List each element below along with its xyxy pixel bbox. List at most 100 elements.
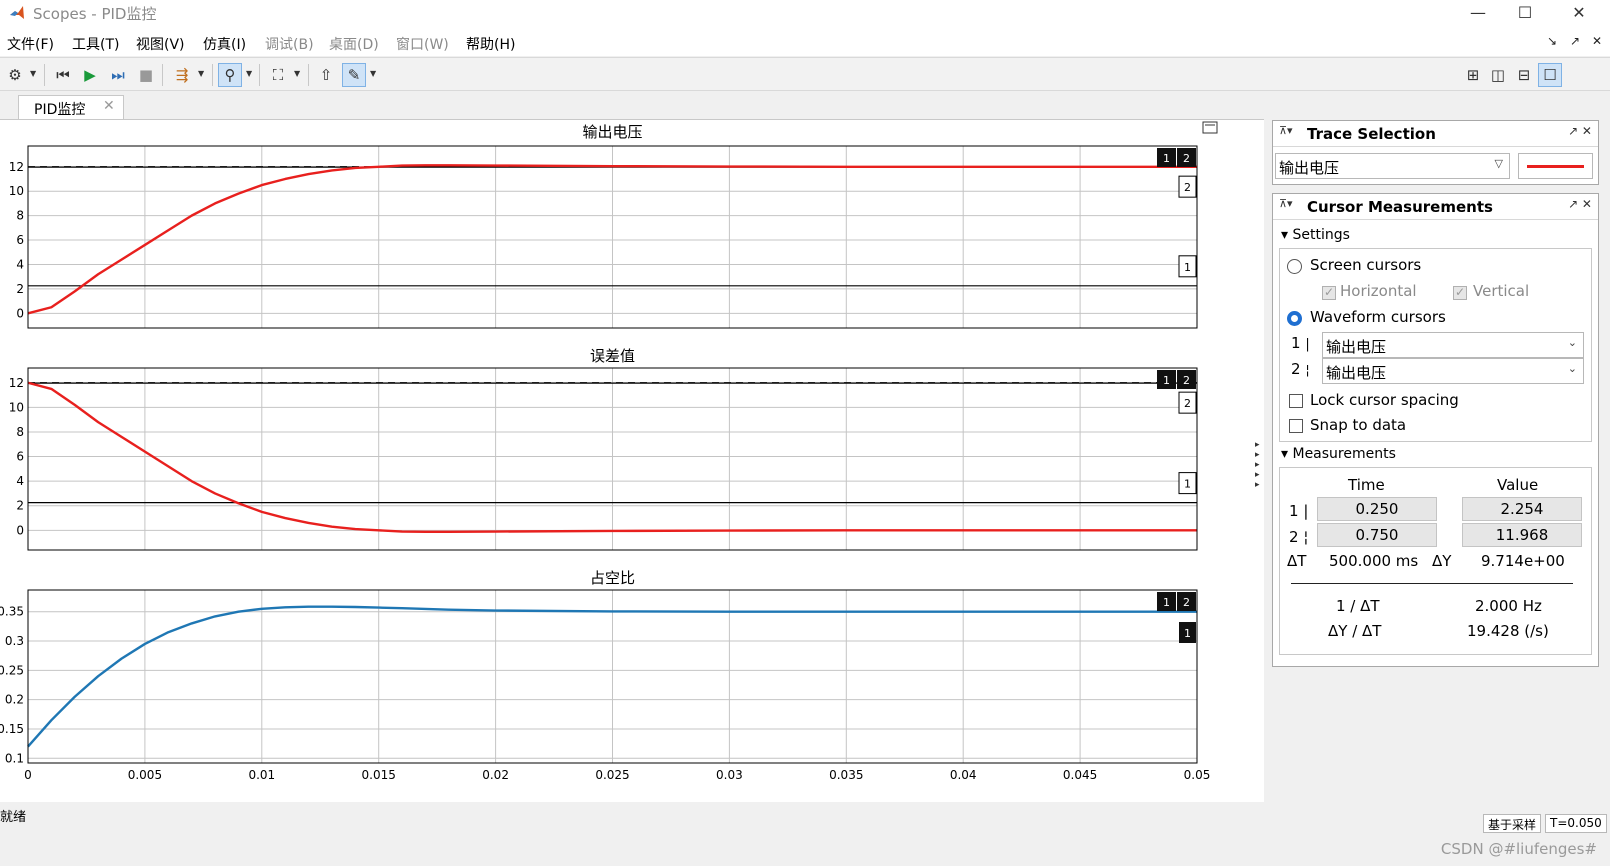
trace-select-value: 输出电压: [1279, 159, 1340, 177]
step-forward-icon[interactable]: ⏭: [106, 63, 130, 87]
chevron-down-icon[interactable]: ▼: [198, 69, 204, 78]
separator: [259, 64, 260, 86]
dock-icon[interactable]: ↗: [1570, 34, 1580, 48]
menu-window[interactable]: 窗口(W): [396, 34, 449, 54]
axes-restore-icon: [1202, 121, 1218, 134]
y-tick-label: 4: [16, 474, 24, 488]
cursor-bring-icon[interactable]: ⇧: [314, 63, 338, 87]
signal-select-icon[interactable]: ⇶: [170, 63, 194, 87]
screen-cursors-radio[interactable]: [1287, 259, 1302, 274]
menu-tools[interactable]: 工具(T): [72, 34, 119, 54]
cursor-tab-label: 2: [1183, 152, 1190, 165]
measurements-toggle[interactable]: ▾ Measurements: [1281, 446, 1396, 462]
delta-t-value: 500.000 ms: [1329, 552, 1419, 570]
trace-selection-panel: ⊼▾ Trace Selection ↗ ✕ 输出电压 ▽: [1272, 120, 1599, 185]
layout-columns-icon[interactable]: ◫: [1486, 63, 1510, 87]
delta-y-label: ΔY: [1432, 552, 1452, 570]
menu-simulation[interactable]: 仿真(I): [203, 34, 246, 54]
highlight-icon[interactable]: ⚲: [218, 63, 242, 87]
menu-help[interactable]: 帮助(H): [466, 34, 515, 54]
minimize-button[interactable]: —: [1455, 2, 1501, 24]
tab-pid-monitor[interactable]: PID监控 ✕: [18, 95, 124, 119]
matlab-logo-icon: [10, 6, 24, 19]
chevron-down-icon[interactable]: ▼: [370, 69, 376, 78]
y-tick-label: 6: [16, 233, 24, 247]
y-tick-label: 12: [9, 160, 24, 174]
close-button[interactable]: ✕: [1556, 2, 1602, 24]
cursor-marker-label: 1: [1184, 627, 1191, 640]
divider: [1291, 583, 1573, 584]
trace-color-swatch[interactable]: [1518, 153, 1593, 179]
cursor-measure-icon[interactable]: ✎: [342, 63, 366, 87]
panel-title: Trace Selection: [1307, 125, 1436, 143]
waveform-cursors-radio[interactable]: [1287, 311, 1302, 326]
undock-icon[interactable]: ↘: [1547, 34, 1557, 48]
x-tick-label: 0.005: [128, 768, 162, 782]
step-back-icon[interactable]: ⏮: [51, 63, 75, 87]
y-tick-label: 0.1: [5, 751, 24, 765]
cursor-marker-label: 1: [1184, 478, 1191, 491]
y-tick-label: 10: [9, 400, 24, 414]
panel-grip-icon[interactable]: ▸ ▸ ▸ ▸ ▸: [1255, 440, 1265, 490]
y-tick-label: 0: [16, 523, 24, 537]
x-tick-label: 0.02: [482, 768, 509, 782]
chevron-down-icon[interactable]: ▼: [294, 69, 300, 78]
inv-delta-t-label: 1 / ΔT: [1336, 597, 1380, 615]
tab-label: PID监控: [34, 102, 86, 118]
y-tick-label: 0.35: [0, 605, 24, 619]
settings-toggle[interactable]: ▾ Settings: [1281, 227, 1350, 243]
close-figure-icon[interactable]: ✕: [1592, 34, 1602, 48]
y-tick-label: 0.25: [0, 663, 24, 677]
chevron-down-icon: ▽: [1494, 157, 1503, 170]
cursor2-value: 11.968: [1462, 523, 1582, 547]
pin-icon[interactable]: ⊼▾: [1279, 197, 1293, 210]
close-icon[interactable]: ✕: [103, 98, 115, 114]
scope-plots[interactable]: 输出电压0246810121 221误差值024681012 1 221占空比0.10…: [0, 120, 1264, 803]
run-icon[interactable]: ▶: [78, 63, 102, 87]
panel-close-icon[interactable]: ↗ ✕: [1568, 124, 1592, 138]
x-tick-label: 0.025: [595, 768, 629, 782]
toolbar: ⚙ ▼ ⏮ ▶ ⏭ ■ ⇶ ▼ ⚲ ▼ ⛶ ▼ ⇧ ✎ ▼ ⊞ ◫ ⊟ ☐: [0, 57, 1610, 91]
slope-value: 19.428 (/s): [1467, 622, 1549, 640]
vertical-checkbox[interactable]: [1453, 285, 1467, 300]
cursor1-signal-select[interactable]: 输出电压 ⌄: [1322, 332, 1584, 358]
stop-icon[interactable]: ■: [134, 63, 158, 87]
tab-bar: PID监控 ✕: [0, 91, 1610, 119]
pin-icon[interactable]: ⊼▾: [1279, 124, 1293, 137]
menu-file[interactable]: 文件(F): [7, 34, 54, 54]
zoom-fit-icon[interactable]: ⛶: [266, 63, 290, 87]
gear-icon[interactable]: ⚙: [3, 63, 27, 87]
lock-spacing-checkbox[interactable]: [1289, 394, 1303, 408]
status-text: 就绪: [0, 810, 27, 825]
inv-delta-t-value: 2.000 Hz: [1475, 597, 1542, 615]
snap-to-data-checkbox[interactable]: [1289, 419, 1303, 433]
slope-label: ΔY / ΔT: [1328, 622, 1382, 640]
layout-single-icon[interactable]: ☐: [1538, 63, 1562, 87]
plot-area: 输出电压 0 2 4 6 8 10 12 1 2 2 1 误差值 0 2 4 6 8 10 12 1 2 2 1 占空比 0.1 0…: [0, 119, 1264, 802]
menu-debug[interactable]: 调试(B): [265, 34, 314, 54]
menu-view[interactable]: 视图(V): [136, 34, 185, 54]
layout-grid-icon[interactable]: ⊞: [1461, 63, 1485, 87]
cursor1-label: 1 |: [1291, 334, 1310, 352]
title-bar: Scopes - PID监控 — ☐ ✕: [0, 0, 1610, 26]
cursor1-time: 0.250: [1317, 497, 1437, 521]
menu-desktop[interactable]: 桌面(D): [329, 34, 379, 54]
trace-select[interactable]: 输出电压 ▽: [1275, 153, 1510, 179]
x-tick-label: 0.05: [1184, 768, 1211, 782]
separator: [308, 64, 309, 86]
layout-rows-icon[interactable]: ⊟: [1512, 63, 1536, 87]
panel-close-icon[interactable]: ↗ ✕: [1568, 197, 1592, 211]
horizontal-checkbox[interactable]: [1322, 285, 1336, 300]
separator: [162, 64, 163, 86]
cursor-measurements-panel: ⊼▾ Cursor Measurements ↗ ✕ ▾ Settings Sc…: [1272, 193, 1599, 667]
x-tick-label: 0.015: [362, 768, 396, 782]
snap-to-data-label: Snap to data: [1310, 416, 1407, 434]
chevron-down-icon[interactable]: ▼: [30, 69, 36, 78]
panel-header: ⊼▾ Cursor Measurements ↗ ✕: [1273, 194, 1598, 220]
chart-title: 占空比: [590, 569, 635, 587]
x-tick-label: 0: [24, 768, 32, 782]
chevron-down-icon[interactable]: ▼: [246, 69, 252, 78]
col-time-header: Time: [1348, 476, 1385, 494]
cursor2-signal-select[interactable]: 输出电压 ⌄: [1322, 358, 1584, 384]
maximize-button[interactable]: ☐: [1502, 2, 1548, 24]
